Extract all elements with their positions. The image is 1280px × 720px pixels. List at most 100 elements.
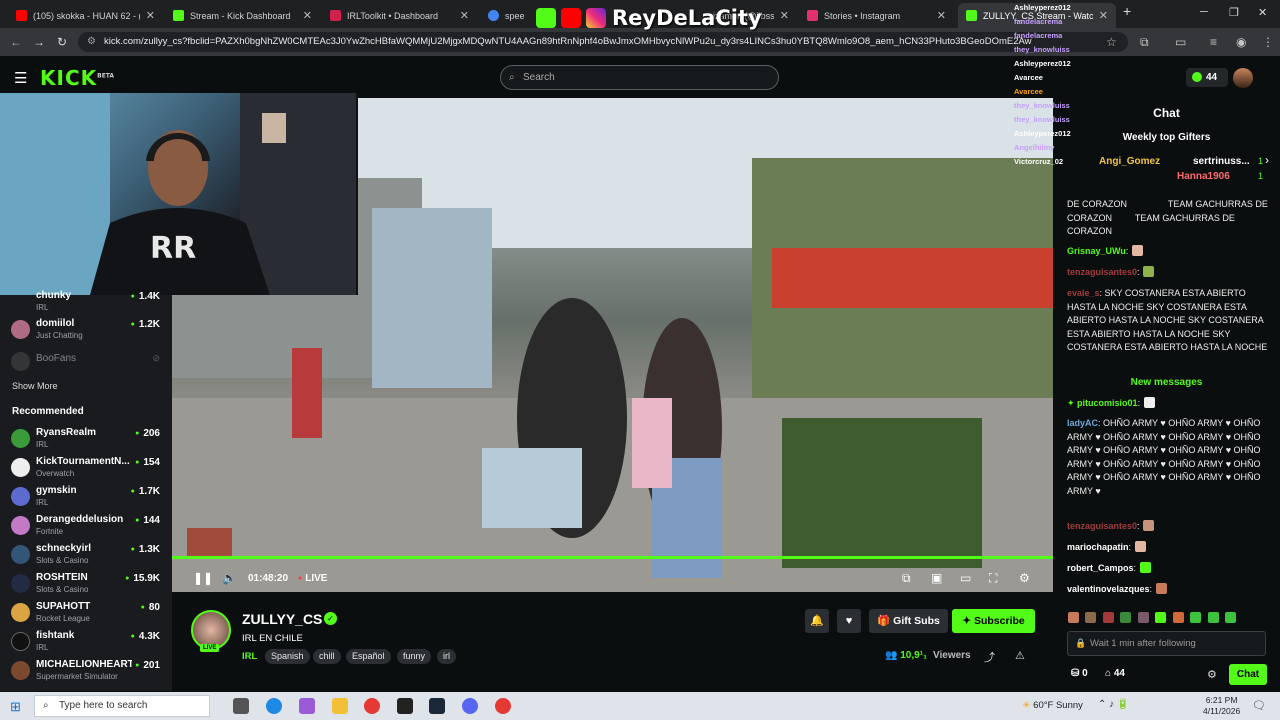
avatar <box>11 661 30 680</box>
kick-logo[interactable]: KICKBETA <box>40 66 114 90</box>
windows-start-icon[interactable]: ⊞ <box>10 699 21 715</box>
tab-instagram-stories[interactable]: Stories • Instagram ✕ <box>799 3 954 28</box>
gifter-2[interactable]: sertrinuss... <box>1193 156 1250 167</box>
profile-icon[interactable]: ◉ <box>1236 35 1246 49</box>
fullscreen-icon[interactable]: ⛶ <box>989 571 997 586</box>
emote-icon[interactable] <box>1102 612 1114 623</box>
close-icon[interactable]: ✕ <box>146 9 155 22</box>
chevron-right-icon[interactable]: › <box>1265 153 1269 167</box>
reload-icon[interactable]: ↻ <box>57 35 67 49</box>
pip-icon[interactable]: ⧉ <box>902 571 911 586</box>
system-tray[interactable]: ⌃ ♪ 🔋 <box>1098 699 1129 710</box>
video-progress-bar[interactable] <box>172 556 1053 559</box>
close-icon[interactable]: ✕ <box>460 9 469 22</box>
close-icon[interactable]: ✕ <box>937 9 946 22</box>
forward-icon[interactable]: → <box>33 35 45 49</box>
gifter-3[interactable]: Hanna1906 <box>1177 171 1230 182</box>
chrome-active-icon[interactable] <box>495 698 511 714</box>
emote-icon[interactable] <box>1172 612 1184 623</box>
close-icon[interactable]: ✕ <box>303 9 312 22</box>
tab-irltoolkit[interactable]: IRLToolkit • Dashboard ✕ <box>322 3 477 28</box>
taskbar-clock[interactable]: 6:21 PM 4/11/2026 <box>1203 695 1240 717</box>
taskbar-search-input[interactable]: ⌕ Type here to search <box>34 695 210 717</box>
user-avatar[interactable] <box>1233 68 1253 88</box>
emote-icon[interactable] <box>1120 612 1132 623</box>
sidebar-item-fishtank[interactable]: fishtankIRL4.3K <box>0 629 172 657</box>
weather-widget[interactable]: ☀ 60°F Sunny <box>1022 700 1083 711</box>
show-more-link[interactable]: Show More <box>12 381 58 391</box>
kick-points-badge[interactable]: 44 <box>1186 68 1228 87</box>
sidebar-item-schneckyirl[interactable]: schneckyirlSlots & Casino1.3K <box>0 542 172 570</box>
channel-name[interactable]: ZULLYY_CS <box>242 611 322 627</box>
close-icon[interactable]: ✕ <box>780 9 789 22</box>
copilot-icon[interactable] <box>299 698 315 714</box>
tag-irl[interactable]: irl <box>437 649 456 664</box>
sidebar-item-supahott[interactable]: SUPAHOTTRocket League80 <box>0 600 172 628</box>
maximize-icon[interactable]: ❐ <box>1229 6 1239 19</box>
menu-dots-icon[interactable]: ⋮ <box>1262 35 1274 49</box>
share-icon[interactable]: ⤴ <box>984 649 995 665</box>
sidebar-item-michaelionheart[interactable]: MICHAELIONHEARTSupermarket Simulator201 <box>0 658 172 686</box>
hamburger-menu-icon[interactable]: ☰ <box>14 69 27 87</box>
clip-icon[interactable]: ▣ <box>931 571 942 585</box>
notification-bell-button[interactable]: 🔔 <box>805 609 829 633</box>
minimize-icon[interactable]: ─ <box>1200 6 1208 18</box>
tab-kick-dashboard[interactable]: Stream - Kick Dashboard ✕ <box>165 3 320 28</box>
emote-icon[interactable] <box>1207 612 1219 623</box>
close-window-icon[interactable]: ✕ <box>1258 6 1267 19</box>
chat-points[interactable]: ⛁ 0 <box>1071 668 1088 679</box>
back-icon[interactable]: ← <box>10 35 22 49</box>
gift-subs-button[interactable]: 🎁 Gift Subs <box>869 609 948 633</box>
extensions-icon[interactable]: ⧉ <box>1140 35 1149 50</box>
task-view-icon[interactable] <box>233 698 249 714</box>
volume-icon[interactable]: 🔈 <box>222 571 237 585</box>
chat-input[interactable]: 🔒 Wait 1 min after following <box>1067 631 1266 656</box>
tag-chill[interactable]: chill <box>313 649 341 664</box>
chat-settings-icon[interactable]: ⚙ <box>1207 668 1217 681</box>
url-field[interactable]: ⚙ kick.com/zullyy_cs?fbclid=PAZXh0bgNhZW0… <box>78 32 1128 52</box>
discord-icon[interactable] <box>462 698 478 714</box>
emote-icon[interactable] <box>1137 612 1149 623</box>
sidebar-item-kicktournament[interactable]: KickTournamentN...Overwatch154 <box>0 455 172 483</box>
chat-count[interactable]: ⌂ 44 <box>1105 668 1125 679</box>
tab-google[interactable]: speed t <box>480 3 532 28</box>
search-input[interactable]: ⌕ Search <box>500 65 779 90</box>
obs-icon[interactable] <box>397 698 413 714</box>
emote-icon[interactable] <box>1155 612 1167 623</box>
sidepanel-icon[interactable]: ▭ <box>1175 35 1186 49</box>
site-info-icon[interactable]: ⚙ <box>87 32 96 52</box>
subscribe-button[interactable]: ✦ Subscribe <box>952 609 1035 633</box>
emote-icon[interactable] <box>1068 612 1079 623</box>
new-tab-button[interactable]: + <box>1123 3 1131 19</box>
sidebar-item-roshtein[interactable]: ROSHTEINSlots & Casino15.9K <box>0 571 172 599</box>
notifications-icon[interactable]: 🗨 <box>1252 699 1266 712</box>
report-icon[interactable]: ⚠ <box>1015 649 1025 662</box>
media-icon[interactable]: ≡ <box>1210 35 1217 49</box>
overlay-chat-user: Ashleyperez012 <box>1014 59 1071 68</box>
emote-icon[interactable] <box>1190 612 1202 623</box>
tag-funny[interactable]: funny <box>397 649 432 664</box>
sidebar-item-derangeddelusion[interactable]: DerangeddelusionFortnite144 <box>0 513 172 541</box>
settings-gear-icon[interactable]: ⚙ <box>1019 571 1030 585</box>
theater-mode-icon[interactable]: ▭ <box>960 571 971 585</box>
chat-message: DE CORAZON TEAM GACHURRAS DE CORAZON TEA… <box>1067 199 1268 236</box>
sidebar-item-boofans[interactable]: BooFans ⊘ <box>0 349 172 377</box>
tag-espanol[interactable]: Español <box>346 649 391 664</box>
steam-icon[interactable] <box>429 698 445 714</box>
sidebar-item-chunky[interactable]: chunky IRL 1.4K <box>0 289 172 317</box>
stream-category[interactable]: IRL <box>242 651 257 662</box>
file-explorer-icon[interactable] <box>332 698 348 714</box>
chrome-icon[interactable] <box>364 698 380 714</box>
edge-icon[interactable] <box>266 698 282 714</box>
emote-icon[interactable] <box>1225 612 1237 623</box>
tab-youtube[interactable]: (105) skokka - HUAN 62 - (Video)✕ <box>8 3 163 28</box>
pause-icon[interactable]: ❚❚ <box>193 571 213 585</box>
emote-icon[interactable] <box>1085 612 1097 623</box>
new-messages-divider[interactable]: New messages <box>1053 377 1280 388</box>
tag-spanish[interactable]: Spanish <box>265 649 310 664</box>
sidebar-item-ryansrealm[interactable]: RyansRealmIRL206 <box>0 426 172 454</box>
sidebar-item-gymskin[interactable]: gymskinIRL1.7K <box>0 484 172 512</box>
follow-button[interactable]: ♥ <box>837 609 861 633</box>
sidebar-item-domiilol[interactable]: domiilol Just Chatting 1.2K <box>0 317 172 345</box>
chat-send-button[interactable]: Chat <box>1229 664 1267 685</box>
